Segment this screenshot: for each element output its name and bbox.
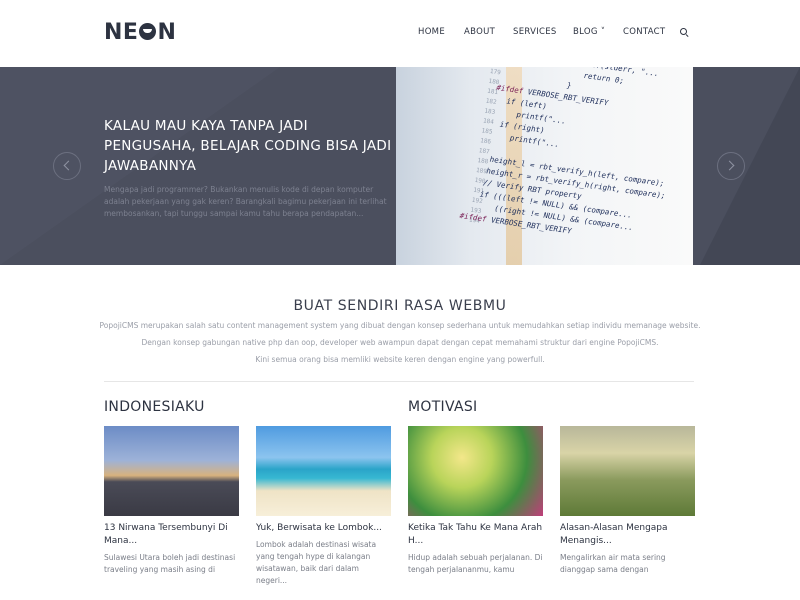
- article-title[interactable]: Alasan-Alasan Mengapa Menangis...: [560, 522, 695, 548]
- nav-contact[interactable]: CONTACT: [623, 27, 665, 37]
- nav-about[interactable]: ABOUT: [464, 27, 495, 37]
- hero-title[interactable]: KALAU MAU KAYA TANPA JADI PENGUSAHA, BEL…: [104, 116, 394, 176]
- search-icon[interactable]: [680, 28, 687, 35]
- slider-prev-arrow-icon[interactable]: [53, 152, 81, 180]
- article-excerpt: Sulawesi Utara boleh jadi destinasi trav…: [104, 553, 236, 574]
- article-thumbnail[interactable]: [560, 426, 695, 516]
- article-card[interactable]: Yuk, Berwisata ke Lombok... Lombok adala…: [256, 426, 391, 587]
- article-excerpt: Hidup adalah sebuah perjalanan. Di tenga…: [408, 553, 543, 574]
- intro-paragraph: Dengan konsep gabungan native php dan oo…: [141, 338, 659, 347]
- article-title[interactable]: 13 Nirwana Tersembunyi Di Mana...: [104, 522, 239, 548]
- hero-decor: [700, 67, 800, 265]
- section-divider: [104, 381, 694, 382]
- slider-next-arrow-icon[interactable]: [717, 152, 745, 180]
- article-title[interactable]: Yuk, Berwisata ke Lombok...: [256, 522, 391, 535]
- article-card[interactable]: 13 Nirwana Tersembunyi Di Mana... Sulawe…: [104, 426, 239, 576]
- nav-home[interactable]: HOME: [418, 27, 445, 37]
- nav-services[interactable]: SERVICES: [513, 27, 557, 37]
- hero-image: 178 179 180 181 182 183 184 185 186 187 …: [396, 67, 693, 265]
- article-title[interactable]: Ketika Tak Tahu Ke Mana Arah H...: [408, 522, 543, 548]
- intro-title: BUAT SENDIRI RASA WEBMU: [293, 298, 507, 314]
- article-thumbnail[interactable]: [256, 426, 391, 516]
- article-thumbnail[interactable]: [408, 426, 543, 516]
- article-card[interactable]: Alasan-Alasan Mengapa Menangis... Mengal…: [560, 426, 695, 576]
- section-title-motivasi[interactable]: MOTIVASI: [408, 399, 477, 415]
- nav-blog[interactable]: BLOG ˅: [573, 27, 605, 37]
- intro-paragraph: Kini semua orang bisa memliki website ke…: [255, 355, 545, 364]
- article-excerpt: Mengalirkan air mata sering dianggap sam…: [560, 553, 666, 574]
- hero-text: Mengapa jadi programmer? Bukankan menuli…: [104, 185, 387, 218]
- article-card[interactable]: Ketika Tak Tahu Ke Mana Arah H... Hidup …: [408, 426, 543, 576]
- article-thumbnail[interactable]: [104, 426, 239, 516]
- article-excerpt: Lombok adalah destinasi wisata yang teng…: [256, 540, 377, 585]
- section-title-indonesiaku[interactable]: INDONESIAKU: [104, 399, 205, 415]
- intro-paragraph: PopojiCMS merupakan salah satu content m…: [99, 321, 701, 330]
- site-logo[interactable]: NE N: [104, 20, 176, 46]
- site-header: NE N HOME ABOUT SERVICES BLOG ˅ CONTACT: [0, 0, 800, 67]
